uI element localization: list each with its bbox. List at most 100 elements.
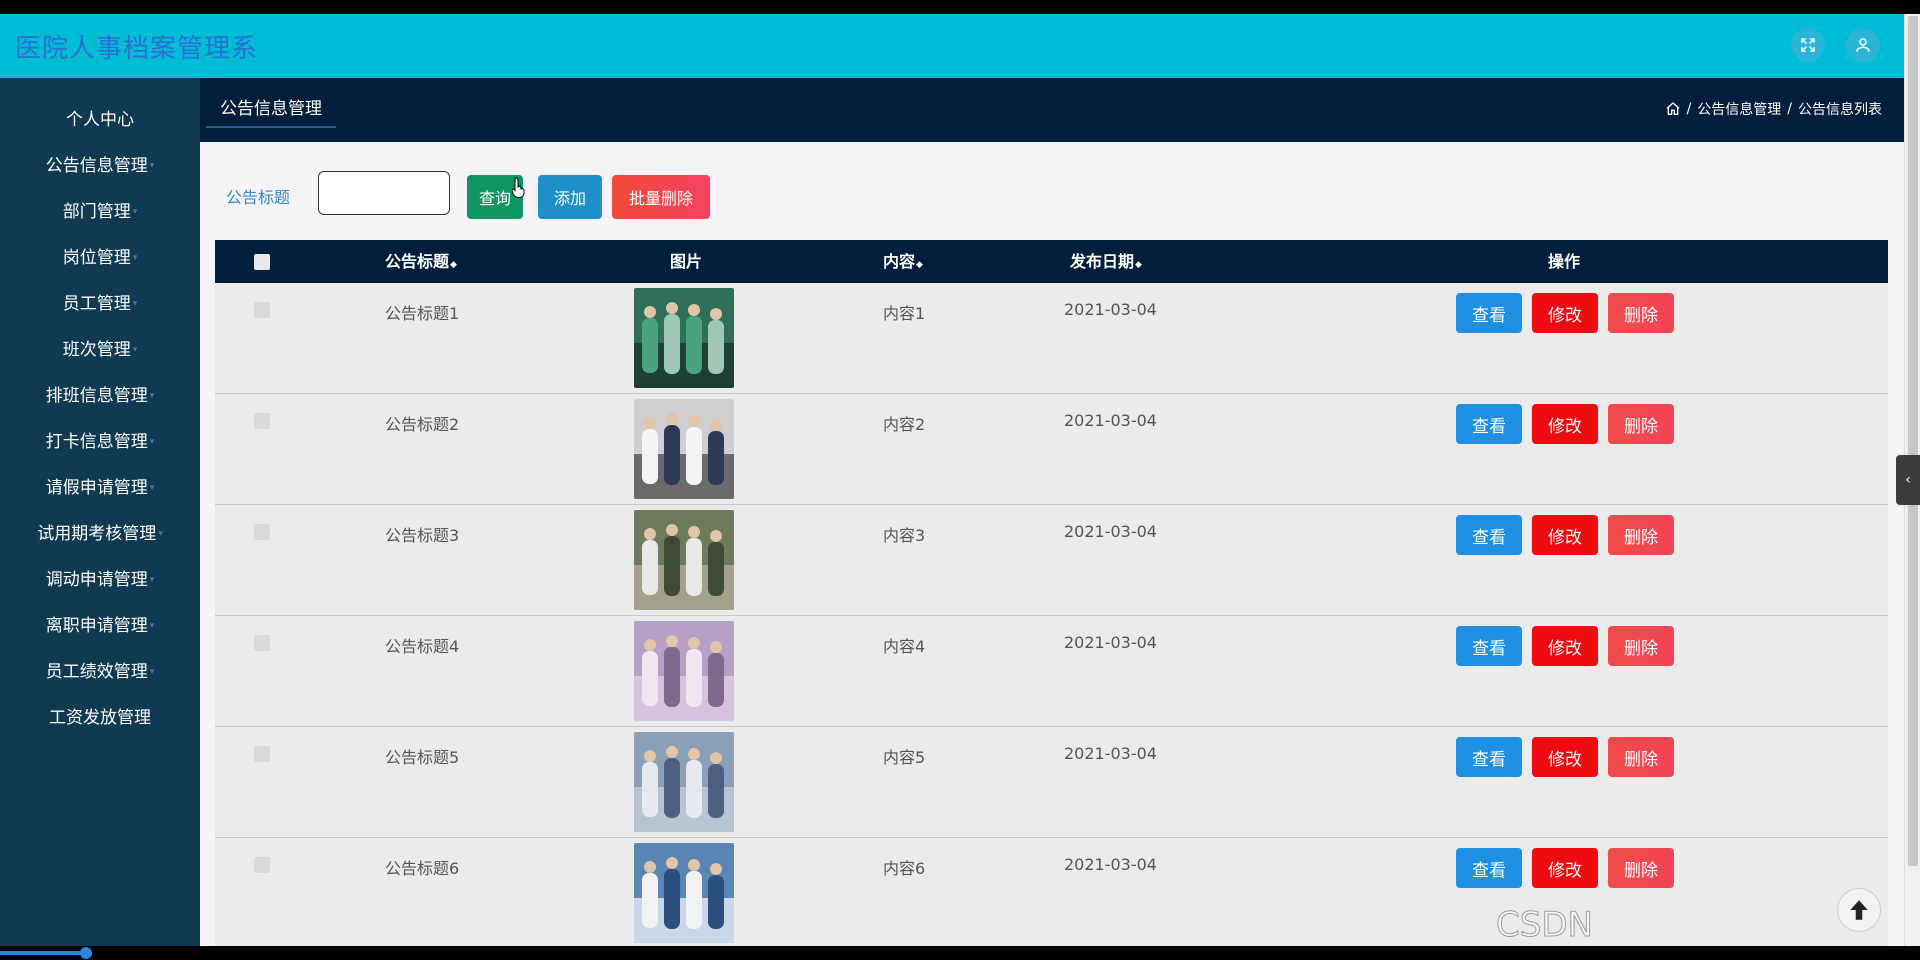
sort-icon: ◆ [916, 260, 923, 270]
caret-down-icon: ▾ [149, 483, 155, 493]
header-date[interactable]: 发布日期◆ [1070, 240, 1142, 283]
scrollbar-thumb[interactable] [1908, 16, 1918, 866]
row-checkbox[interactable] [254, 302, 270, 318]
header-content[interactable]: 内容◆ [883, 240, 923, 283]
header-image: 图片 [670, 252, 703, 271]
sidebar-item[interactable]: 离职申请管理 ▾ [0, 611, 200, 641]
sidebar-item[interactable]: 员工管理 ▾ [0, 289, 200, 319]
delete-button[interactable]: 删除 [1608, 293, 1674, 333]
sidebar-item-label: 岗位管理 [62, 248, 131, 268]
delete-button[interactable]: 删除 [1608, 848, 1674, 888]
row-checkbox[interactable] [254, 857, 270, 873]
sidebar-item[interactable]: 工资发放管理 [0, 703, 200, 733]
cell-title: 公告标题1 [385, 304, 460, 323]
view-button[interactable]: 查看 [1456, 848, 1522, 888]
caret-down-icon: ▾ [132, 299, 138, 309]
sidebar-item[interactable]: 试用期考核管理 ▾ [0, 519, 200, 549]
sidebar-item[interactable]: 打卡信息管理 ▾ [0, 427, 200, 457]
edit-button[interactable]: 修改 [1532, 626, 1598, 666]
caret-down-icon: ▾ [149, 621, 155, 631]
sidebar-item[interactable]: 班次管理 ▾ [0, 335, 200, 365]
cell-date: 2021-03-04 [1064, 855, 1157, 874]
sidebar-item-label: 调动申请管理 [45, 570, 148, 590]
cell-content: 内容5 [883, 748, 926, 767]
cell-content: 内容6 [883, 859, 926, 878]
watermark: CSDN @nodejava666666 [1496, 905, 1817, 947]
notice-image [634, 510, 734, 610]
delete-button[interactable]: 删除 [1608, 404, 1674, 444]
notice-table: 公告标题◆ 图片 内容◆ 发布日期◆ 操作 公告标题1 内容1 2021-03-04… [215, 240, 1888, 946]
delete-button[interactable]: 删除 [1608, 515, 1674, 555]
row-checkbox[interactable] [254, 413, 270, 429]
delete-button[interactable]: 删除 [1608, 737, 1674, 777]
view-button[interactable]: 查看 [1456, 515, 1522, 555]
user-button[interactable] [1846, 28, 1880, 62]
breadcrumb-separator: / [1787, 101, 1792, 117]
add-button[interactable]: 添加 [538, 175, 602, 219]
hand-cursor-icon [512, 177, 525, 198]
sidebar-item-label: 员工管理 [62, 294, 131, 314]
row-checkbox[interactable] [254, 746, 270, 762]
cell-title: 公告标题4 [385, 637, 460, 656]
row-checkbox[interactable] [254, 524, 270, 540]
sidebar-item[interactable]: 排班信息管理 ▾ [0, 381, 200, 411]
breadcrumb-separator: / [1686, 101, 1692, 117]
sidebar-item[interactable]: 请假申请管理 ▾ [0, 473, 200, 503]
tab-notice-management[interactable]: 公告信息管理 [206, 92, 336, 128]
notice-image [634, 288, 734, 388]
chevron-left-icon: ‹ [1905, 472, 1911, 488]
sidebar-item-label: 排班信息管理 [45, 386, 148, 406]
sidebar-item[interactable]: 公告信息管理 ▾ [0, 151, 200, 181]
sidebar-item[interactable]: 调动申请管理 ▾ [0, 565, 200, 595]
caret-down-icon: ▾ [132, 207, 138, 217]
table-row: 公告标题2 内容2 2021-03-04 查看 修改 删除 [215, 394, 1888, 505]
edit-button[interactable]: 修改 [1532, 404, 1598, 444]
select-all-checkbox[interactable] [254, 254, 270, 270]
sidebar-item-label: 班次管理 [62, 340, 131, 360]
sidebar-item[interactable]: 部门管理 ▾ [0, 197, 200, 227]
edit-button[interactable]: 修改 [1532, 737, 1598, 777]
caret-down-icon: ▾ [132, 345, 138, 355]
table-header: 公告标题◆ 图片 内容◆ 发布日期◆ 操作 [215, 240, 1888, 283]
edit-button[interactable]: 修改 [1532, 293, 1598, 333]
cell-title: 公告标题3 [385, 526, 460, 545]
header-title[interactable]: 公告标题◆ [385, 240, 457, 283]
caret-down-icon: ▾ [158, 529, 163, 539]
edit-button[interactable]: 修改 [1532, 515, 1598, 555]
sidebar-item-label: 试用期考核管理 [37, 524, 157, 544]
view-button[interactable]: 查看 [1456, 626, 1522, 666]
view-button[interactable]: 查看 [1456, 737, 1522, 777]
search-input[interactable] [318, 171, 450, 215]
notice-image [634, 843, 734, 943]
notice-image [634, 621, 734, 721]
cell-date: 2021-03-04 [1064, 633, 1157, 652]
sidebar-item[interactable]: 员工绩效管理 ▾ [0, 657, 200, 687]
user-icon [1856, 38, 1870, 52]
home-icon[interactable] [1665, 101, 1681, 117]
cell-content: 内容3 [883, 526, 926, 545]
sidebar: 个人中心 公告信息管理 ▾ 部门管理 ▾ 岗位管理 ▾ 员工管理 ▾ 班次管理 ▾ 排班信息管理 ▾ 打卡… [0, 78, 200, 946]
panel-toggle-button[interactable]: ‹ [1896, 455, 1920, 505]
fullscreen-button[interactable] [1791, 28, 1825, 62]
delete-button[interactable]: 删除 [1608, 626, 1674, 666]
table-row: 公告标题1 内容1 2021-03-04 查看 修改 删除 [215, 283, 1888, 394]
search-label: 公告标题 [226, 188, 291, 207]
video-progress-handle[interactable] [80, 947, 93, 959]
edit-button[interactable]: 修改 [1532, 848, 1598, 888]
app-window: 医院人事档案管理系 个人中心 公告信息管理 ▾ 部门管理 ▾ 岗位管理 ▾ 员工管理 ▾ 班次管理… [0, 14, 1904, 946]
caret-down-icon: ▾ [132, 253, 138, 263]
video-progress-bar[interactable] [0, 946, 1920, 960]
cell-date: 2021-03-04 [1064, 300, 1157, 319]
page-topbar: 公告信息管理 / 公告信息管理 / 公告信息列表 [200, 78, 1904, 142]
bulk-delete-button[interactable]: 批量删除 [612, 175, 710, 219]
cell-content: 内容4 [883, 637, 926, 656]
sidebar-item-label: 部门管理 [62, 202, 131, 222]
breadcrumb-item-notice-management[interactable]: 公告信息管理 [1697, 99, 1781, 119]
view-button[interactable]: 查看 [1456, 293, 1522, 333]
sidebar-item[interactable]: 岗位管理 ▾ [0, 243, 200, 273]
sidebar-item-label: 工资发放管理 [49, 708, 151, 728]
view-button[interactable]: 查看 [1456, 404, 1522, 444]
sidebar-item[interactable]: 个人中心 [0, 105, 200, 135]
row-checkbox[interactable] [254, 635, 270, 651]
cell-date: 2021-03-04 [1064, 522, 1157, 541]
